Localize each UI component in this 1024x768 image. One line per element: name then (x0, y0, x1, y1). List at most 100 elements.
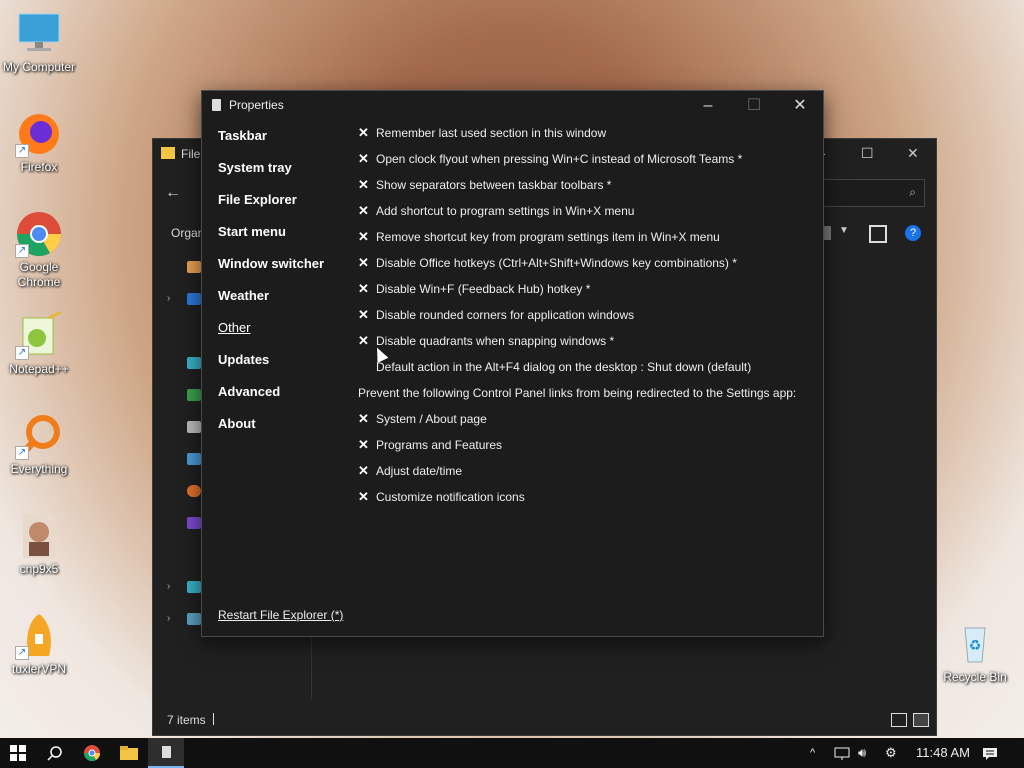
checked-x-icon: ✕ (358, 333, 369, 348)
option-label: Adjust date/time (376, 464, 463, 478)
network-icon[interactable] (187, 613, 201, 625)
desktop-icon-recycle-bin[interactable]: ♻ Recycle Bin (937, 620, 1013, 685)
gear-icon[interactable]: ⚙ (885, 738, 897, 768)
option-redirect-date-time[interactable]: ✕ Adjust date/time (358, 464, 818, 490)
restart-explorer-link[interactable]: Restart File Explorer (*) (218, 608, 343, 622)
properties-window[interactable]: Properties – ☐ ✕ Taskbar System tray Fil… (201, 90, 824, 637)
documents-icon[interactable] (187, 421, 201, 433)
start-button[interactable] (0, 738, 36, 768)
taskbar-file-explorer-button[interactable] (111, 738, 147, 768)
option-remove-winx-shortcut-key[interactable]: ✕ Remove shortcut key from program settin… (358, 230, 818, 256)
desktop-icon-my-computer[interactable]: My Computer (1, 10, 77, 75)
desktop-icon-label: cnp9x5 (19, 562, 59, 576)
shortcut-arrow-icon: ↗ (15, 646, 29, 660)
checked-x-icon: ✕ (358, 177, 369, 192)
help-icon[interactable]: ? (905, 225, 921, 241)
windows-start-icon (10, 745, 26, 761)
taskbar-properties-button[interactable] (148, 738, 184, 768)
desktop-icon-label: Firefox (20, 160, 58, 174)
option-disable-rounded-corners[interactable]: ✕ Disable rounded corners for application… (358, 308, 818, 334)
monitor-icon (15, 10, 63, 58)
checked-x-icon: ✕ (358, 125, 369, 140)
window-title: Properties (229, 98, 284, 112)
option-disable-office-hotkeys[interactable]: ✕ Disable Office hotkeys (Ctrl+Alt+Shift+… (358, 256, 818, 282)
option-add-winx-shortcut[interactable]: ✕ Add shortcut to program settings in Win… (358, 204, 818, 230)
desktop-icon-label: tuxlerVPN (11, 662, 67, 676)
desktop-icon-label: My Computer (2, 60, 76, 74)
downloads-icon[interactable] (187, 389, 201, 401)
option-label: Open clock flyout when pressing Win+C in… (376, 152, 743, 166)
checked-x-icon: ✕ (358, 229, 369, 244)
organize-menu[interactable]: Organ (171, 226, 204, 240)
option-alt-f4-default-action[interactable]: Default action in the Alt+F4 dialog on t… (358, 360, 818, 386)
preview-pane-icon[interactable] (869, 225, 887, 243)
sidebar-item-taskbar[interactable]: Taskbar (218, 129, 324, 161)
desktop-icon-everything[interactable]: ↗ Everything (1, 412, 77, 477)
show-hidden-icons-chevron-icon[interactable]: ^ (810, 738, 815, 768)
explorer-title: File (181, 147, 201, 161)
shortcut-arrow-icon: ↗ (15, 144, 29, 158)
option-redirect-system-about[interactable]: ✕ System / About page (358, 412, 818, 438)
desktop-icon-firefox[interactable]: ↗ Firefox (1, 110, 77, 175)
close-button[interactable]: ✕ (777, 91, 823, 121)
taskbar-search-button[interactable] (37, 738, 73, 768)
sidebar-item-system-tray[interactable]: System tray (218, 161, 324, 193)
notification-center-icon[interactable] (982, 738, 998, 768)
taskbar-clock[interactable]: 11:48 AM (916, 738, 970, 768)
desktop-icon-label: Google Chrome (17, 260, 61, 289)
explorer-close-button[interactable]: ✕ (907, 145, 919, 162)
sidebar-item-start-menu[interactable]: Start menu (218, 225, 324, 257)
vpn-icon: ↗ (15, 612, 63, 660)
explorer-maximize-button[interactable]: ☐ (861, 145, 874, 162)
desktop-icon-cnp9x5[interactable]: cnp9x5 (1, 512, 77, 577)
sidebar-item-window-switcher[interactable]: Window switcher (218, 257, 324, 289)
videos-icon[interactable] (187, 517, 201, 529)
details-view-icon[interactable] (891, 713, 907, 727)
sidebar-item-other[interactable]: Other (218, 321, 324, 353)
this-pc-icon[interactable] (187, 581, 201, 593)
desktop-icon-notepadpp[interactable]: ↗ Notepad++ (1, 310, 77, 377)
option-disable-win-f[interactable]: ✕ Disable Win+F (Feedback Hub) hotkey * (358, 282, 818, 308)
option-clock-flyout[interactable]: ✕ Open clock flyout when pressing Win+C i… (358, 152, 818, 178)
option-redirect-programs-features[interactable]: ✕ Programs and Features (358, 438, 818, 464)
properties-titlebar[interactable]: Properties – ☐ ✕ (202, 91, 823, 121)
sidebar-item-updates[interactable]: Updates (218, 353, 324, 385)
option-label: Disable Office hotkeys (Ctrl+Alt+Shift+W… (376, 256, 737, 270)
chevron-right-icon[interactable]: › (167, 613, 170, 624)
music-icon[interactable] (187, 485, 201, 497)
explorer-search-box[interactable]: ⌕ (821, 179, 925, 207)
option-redirect-notification-icons[interactable]: ✕ Customize notification icons (358, 490, 818, 516)
option-label: Disable quadrants when snapping windows … (376, 334, 615, 348)
desktop-icon-chrome[interactable]: ↗ Google Chrome (1, 210, 77, 290)
search-icon (47, 746, 62, 761)
option-label: Show separators between taskbar toolbars… (376, 178, 612, 192)
home-icon[interactable] (187, 261, 201, 273)
shortcut-arrow-icon: ↗ (15, 446, 29, 460)
chevron-down-icon[interactable]: ▼ (839, 225, 849, 236)
onedrive-icon[interactable] (187, 293, 201, 305)
back-arrow-icon[interactable]: ← (165, 184, 181, 202)
chevron-right-icon[interactable]: › (167, 581, 170, 592)
option-disable-snap-quadrants[interactable]: ✕ Disable quadrants when snapping windows… (358, 334, 818, 360)
sidebar-item-advanced[interactable]: Advanced (218, 385, 324, 417)
taskbar-chrome-button[interactable] (74, 738, 110, 768)
desktop-folder-icon[interactable] (187, 357, 201, 369)
redirect-heading: Prevent the following Control Panel link… (358, 386, 797, 400)
large-icons-view-icon[interactable] (913, 713, 929, 727)
pictures-icon[interactable] (187, 453, 201, 465)
chevron-right-icon[interactable]: › (167, 293, 170, 304)
desktop-icon-tuxlervpn[interactable]: ↗ tuxlerVPN (1, 612, 77, 677)
network-icon[interactable] (834, 738, 850, 768)
chrome-icon: ↗ (15, 210, 63, 258)
sidebar-item-about[interactable]: About (218, 417, 324, 449)
sidebar-item-file-explorer[interactable]: File Explorer (218, 193, 324, 225)
option-label: Programs and Features (376, 438, 503, 452)
desktop-icon-label: Everything (10, 462, 68, 476)
folder-icon (161, 147, 175, 159)
option-remember-last-section[interactable]: ✕ Remember last used section in this wind… (358, 126, 818, 152)
volume-icon[interactable]: 🔊︎ (858, 738, 866, 768)
maximize-button[interactable]: ☐ (731, 91, 777, 121)
option-toolbar-separators[interactable]: ✕ Show separators between taskbar toolbar… (358, 178, 818, 204)
minimize-button[interactable]: – (685, 91, 731, 121)
sidebar-item-weather[interactable]: Weather (218, 289, 324, 321)
